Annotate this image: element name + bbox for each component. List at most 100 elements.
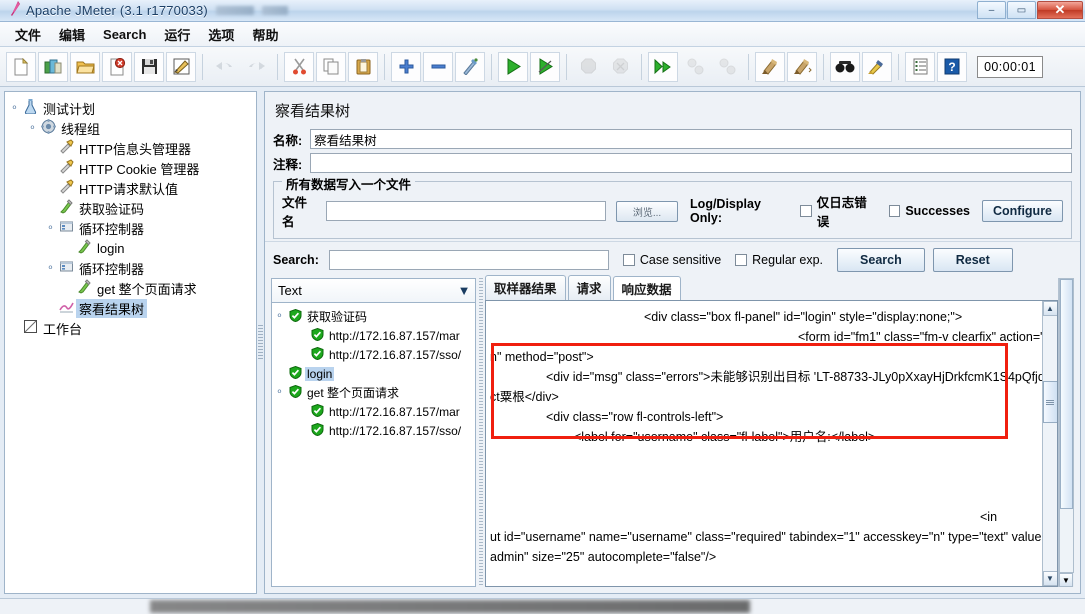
tree-expand-handle-icon[interactable]: ⚬ (45, 223, 56, 234)
tree-expand-handle-icon[interactable]: ⚬ (45, 263, 56, 274)
new-icon[interactable] (6, 51, 36, 82)
expand-all-icon[interactable] (391, 51, 421, 82)
response-vertical-scrollbar[interactable]: ▲ ▼ (1042, 301, 1057, 586)
result-expand-handle-icon[interactable]: ⚬ (274, 387, 285, 398)
templates-icon[interactable] (38, 51, 68, 82)
reset-button[interactable]: Reset (932, 248, 1013, 272)
start-remote-all-icon[interactable] (648, 51, 678, 82)
panel-scrollbar-thumb[interactable] (1060, 279, 1073, 509)
result-item-3[interactable]: login (274, 364, 475, 383)
clear-all-icon[interactable] (787, 51, 817, 82)
close-document-icon[interactable] (102, 51, 132, 82)
redo-icon[interactable] (241, 52, 271, 82)
tree-item-7[interactable]: login (9, 238, 254, 258)
shield-green-icon (307, 403, 327, 420)
tree-item-0[interactable]: ⚬ 测试计划 (9, 98, 254, 118)
browse-button[interactable]: 浏览... (616, 200, 679, 222)
tab-1[interactable]: 请求 (567, 275, 611, 300)
collapse-all-icon[interactable] (423, 51, 453, 82)
undo-icon[interactable] (209, 52, 239, 82)
title-blur-1 (215, 6, 254, 15)
panel-vertical-scrollbar[interactable]: ▼ (1058, 278, 1074, 587)
maximize-button[interactable]: ▭ (1007, 1, 1036, 19)
tree-expand-handle-icon[interactable]: ⚬ (9, 103, 20, 114)
tab-0[interactable]: 取样器结果 (485, 275, 566, 300)
result-item-1[interactable]: http://172.16.87.157/mar (274, 326, 475, 345)
results-splitter[interactable] (476, 278, 485, 587)
configure-button[interactable]: Configure (981, 200, 1064, 222)
scroll-up-arrow-icon[interactable]: ▲ (1042, 301, 1057, 316)
splitter-grip (258, 324, 263, 361)
scrollbar-thumb[interactable] (1042, 381, 1057, 423)
clear-icon[interactable] (755, 51, 785, 82)
menu-item-search[interactable]: Search (94, 24, 155, 45)
close-button[interactable]: ✕ (1037, 1, 1083, 19)
result-item-4[interactable]: ⚬ get 整个页面请求 (274, 383, 475, 402)
menu-item-file[interactable]: 文件 (6, 22, 50, 47)
filename-input[interactable] (326, 201, 607, 221)
start-icon[interactable] (498, 51, 528, 82)
search-input[interactable] (328, 250, 609, 270)
minimize-button[interactable]: – (977, 1, 1006, 19)
sampler-result-tree[interactable]: ⚬ 获取验证码 http://172.16.87.157/mar http://172… (272, 303, 475, 586)
result-item-2[interactable]: http://172.16.87.157/sso/ (274, 345, 475, 364)
save-as-icon[interactable] (166, 51, 196, 82)
toggle-icon[interactable] (455, 51, 485, 82)
search-button[interactable]: Search (837, 248, 925, 272)
search-reset-icon[interactable] (862, 51, 892, 82)
tree-item-4[interactable]: HTTP请求默认值 (9, 178, 254, 198)
function-helper-icon[interactable] (905, 51, 935, 82)
window-title: Apache JMeter (3.1 r1770033) (26, 3, 208, 18)
tree-item-11[interactable]: 工作台 (9, 318, 254, 338)
response-data-text[interactable]: <div class="box fl-panel" id="login" sty… (486, 301, 1042, 586)
shutdown-remote-all-icon[interactable] (712, 52, 742, 82)
tab-2[interactable]: 响应数据 (612, 276, 681, 301)
result-item-0[interactable]: ⚬ 获取验证码 (274, 307, 475, 326)
cut-icon[interactable] (284, 51, 314, 82)
tree-item-3[interactable]: HTTP Cookie 管理器 (9, 158, 254, 178)
tree-item-9[interactable]: get 整个页面请求 (9, 278, 254, 298)
tree-item-6[interactable]: ⚬ 循环控制器 (9, 218, 254, 238)
tree-item-10[interactable]: 察看结果树 (9, 298, 254, 318)
log-display-only-label: Log/Display Only: (690, 197, 761, 225)
result-item-label: http://172.16.87.157/mar (329, 404, 460, 419)
copy-icon[interactable] (316, 51, 346, 82)
shutdown-icon[interactable] (605, 52, 635, 82)
result-expand-handle-icon[interactable]: ⚬ (274, 311, 285, 322)
result-item-6[interactable]: http://172.16.87.157/sso/ (274, 421, 475, 440)
tree-expand-handle-icon[interactable]: ⚬ (27, 123, 38, 134)
result-item-5[interactable]: http://172.16.87.157/mar (274, 402, 475, 421)
tree-item-1[interactable]: ⚬ 线程组 (9, 118, 254, 138)
response-line-8 (490, 467, 1038, 487)
paste-icon[interactable] (348, 51, 378, 82)
search-icon[interactable] (830, 51, 860, 82)
menu-item-run[interactable]: 运行 (155, 22, 199, 47)
stop-icon[interactable] (573, 52, 603, 82)
tree-item-8[interactable]: ⚬ 循环控制器 (9, 258, 254, 278)
open-icon[interactable] (70, 51, 100, 82)
toolbar-group-stop (569, 52, 639, 82)
menu-item-edit[interactable]: 编辑 (50, 22, 94, 47)
scroll-down-arrow-icon[interactable]: ▼ (1042, 571, 1057, 586)
stop-remote-all-icon[interactable] (680, 52, 710, 82)
shield-green-icon (285, 308, 305, 325)
test-plan-tree[interactable]: ⚬ 测试计划 ⚬ 线程组 HTTP信息头管理器 HTTP Cookie 管理器 HTTP请求… (5, 92, 256, 340)
scrollbar-track[interactable] (1042, 316, 1057, 571)
name-input[interactable]: 察看结果树 (310, 129, 1072, 149)
menu-item-help[interactable]: 帮助 (243, 22, 287, 47)
tree-item-5[interactable]: 获取验证码 (9, 198, 254, 218)
render-selector[interactable]: Text ▼ (272, 279, 475, 303)
case-sensitive-checkbox[interactable] (622, 254, 635, 266)
successes-checkbox[interactable] (888, 205, 901, 217)
regular-exp-checkbox[interactable] (735, 254, 748, 266)
save-icon[interactable] (134, 51, 164, 82)
tree-item-2[interactable]: HTTP信息头管理器 (9, 138, 254, 158)
vertical-splitter[interactable] (257, 87, 264, 598)
panel-scroll-down-arrow-icon[interactable]: ▼ (1059, 573, 1073, 587)
toolbar-group-clear (751, 51, 821, 82)
comment-input[interactable] (310, 153, 1072, 173)
help-icon[interactable]: ? (937, 51, 967, 82)
menu-item-options[interactable]: 选项 (199, 22, 243, 47)
errors-only-checkbox[interactable] (800, 205, 812, 217)
start-no-timers-icon[interactable] (530, 51, 560, 82)
